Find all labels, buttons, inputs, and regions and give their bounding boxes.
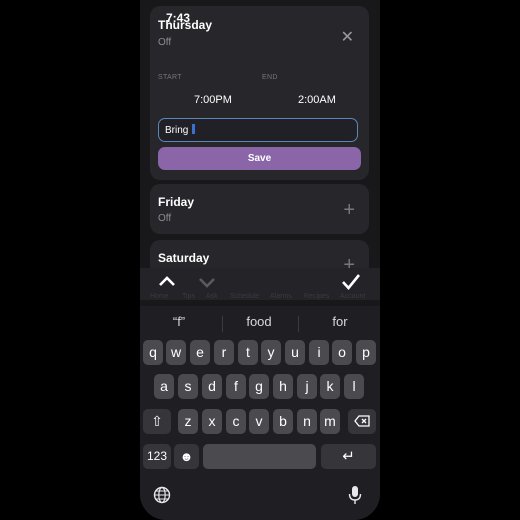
key[interactable]: n — [297, 409, 317, 434]
divider — [298, 316, 299, 332]
key[interactable]: j — [297, 374, 317, 399]
end-label: END — [262, 74, 278, 81]
day-status: Off — [158, 213, 172, 224]
key[interactable]: u — [285, 340, 305, 365]
suggestion[interactable]: “f” — [144, 314, 214, 329]
tab-label: Ask — [206, 293, 218, 300]
shift-icon: ⇧ — [151, 413, 163, 429]
divider — [222, 316, 223, 332]
key[interactable]: x — [202, 409, 222, 434]
keyboard-toolbar: Home Tips Ask Schedule Alarms Recipes Ac… — [140, 268, 380, 300]
phone-screen: ◠ Thursday Off ✕ START END 7:00PM 2:00AM… — [140, 0, 380, 520]
key[interactable]: w — [166, 340, 186, 365]
note-input-value: Bring — [165, 125, 192, 136]
keyboard: “f” food for q w e r t y u i o p a s d f… — [140, 306, 380, 520]
chevron-up-icon[interactable] — [158, 273, 176, 291]
backspace-icon — [354, 415, 370, 427]
key[interactable]: e — [190, 340, 210, 365]
suggestion[interactable]: food — [224, 314, 294, 329]
key[interactable]: z — [178, 409, 198, 434]
day-status: Off — [158, 37, 172, 48]
text-cursor — [192, 124, 196, 134]
day-title: Friday — [158, 195, 195, 209]
backspace-key[interactable] — [348, 409, 376, 434]
key[interactable]: t — [238, 340, 258, 365]
key[interactable]: p — [356, 340, 376, 365]
key[interactable]: y — [261, 340, 281, 365]
microphone-icon[interactable] — [348, 485, 362, 509]
suggestion[interactable]: for — [305, 314, 375, 329]
status-time: 7:43 — [166, 11, 191, 25]
close-icon[interactable]: ✕ — [341, 30, 354, 46]
tab-label: Schedule — [230, 293, 260, 300]
space-bar[interactable] — [203, 444, 316, 469]
key[interactable]: v — [249, 409, 269, 434]
friday-card[interactable]: Friday Off + — [150, 184, 369, 234]
numbers-key[interactable]: 123 — [143, 444, 171, 469]
plus-icon[interactable]: + — [343, 200, 355, 220]
note-input[interactable]: Bring — [158, 118, 358, 142]
key[interactable]: q — [143, 340, 163, 365]
key[interactable]: l — [344, 374, 364, 399]
key[interactable]: f — [226, 374, 246, 399]
key[interactable]: s — [178, 374, 198, 399]
return-key[interactable]: ↵ — [321, 444, 376, 469]
tab-label: Account — [340, 293, 366, 300]
save-button[interactable]: Save — [158, 147, 361, 170]
key[interactable]: r — [214, 340, 234, 365]
key[interactable]: a — [154, 374, 174, 399]
start-label: START — [158, 74, 182, 81]
key[interactable]: k — [320, 374, 340, 399]
start-time[interactable]: 7:00PM — [194, 94, 232, 106]
emoji-key[interactable]: ☻ — [174, 444, 199, 469]
globe-icon[interactable] — [153, 486, 171, 508]
tab-label: Tips — [182, 293, 195, 300]
end-time[interactable]: 2:00AM — [298, 94, 336, 106]
day-title: Saturday — [158, 251, 210, 265]
key[interactable]: m — [320, 409, 340, 434]
tab-label: Recipes — [304, 293, 330, 300]
key[interactable]: b — [273, 409, 293, 434]
key[interactable]: c — [226, 409, 246, 434]
key[interactable]: h — [273, 374, 293, 399]
return-icon: ↵ — [342, 448, 355, 465]
shift-key[interactable]: ⇧ — [143, 409, 171, 434]
checkmark-icon[interactable] — [341, 273, 361, 294]
key[interactable]: g — [249, 374, 269, 399]
emoji-icon: ☻ — [179, 449, 194, 464]
tab-label: Home — [150, 293, 169, 300]
tab-label: Alarms — [270, 293, 292, 300]
key[interactable]: o — [332, 340, 352, 365]
key[interactable]: d — [202, 374, 222, 399]
key[interactable]: i — [309, 340, 329, 365]
chevron-down-icon[interactable] — [198, 275, 216, 293]
